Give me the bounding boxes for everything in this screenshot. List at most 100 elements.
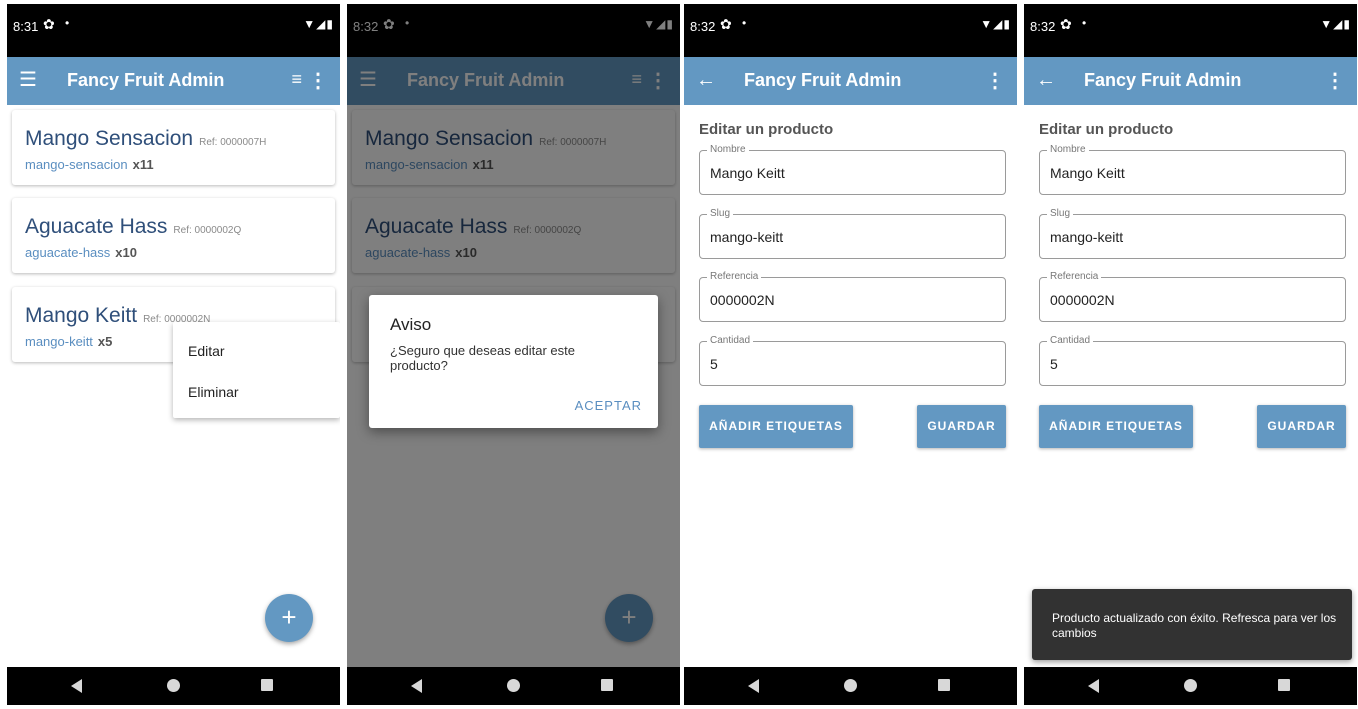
back-nav-icon[interactable] (411, 679, 422, 693)
field-label: Nombre (1047, 144, 1089, 155)
field-value[interactable]: 5 (1050, 356, 1058, 372)
product-ref: Ref: 0000007H (199, 137, 267, 148)
recents-nav-icon[interactable] (1278, 679, 1290, 691)
success-snackbar: Producto actualizado con éxito. Refresca… (1032, 589, 1352, 660)
product-card[interactable]: Aguacate Hass Ref: 0000002Q aguacate-hass… (12, 198, 335, 273)
back-nav-icon[interactable] (748, 679, 759, 693)
status-bar: 8:32 ✿ • ▼◢▮ (1024, 4, 1357, 57)
app-title: Fancy Fruit Admin (744, 70, 902, 90)
screen-confirm-dialog: 8:32 ✿ • ▼◢▮ ☰ Fancy Fruit Admin ≡ ⋮ Man… (347, 4, 680, 705)
recents-nav-icon[interactable] (938, 679, 950, 691)
hamburger-menu-icon[interactable]: ☰ (19, 69, 37, 91)
product-slug: aguacate-hass (25, 245, 111, 260)
slug-field[interactable]: Slug mango-keitt (699, 208, 1006, 259)
field-value[interactable]: Mango Keitt (1050, 165, 1125, 181)
snackbar-message: Producto actualizado con éxito. Refresca… (1052, 611, 1337, 640)
add-product-fab[interactable]: + (265, 594, 313, 642)
system-nav-bar (7, 667, 340, 705)
save-button[interactable]: GUARDAR (1257, 405, 1346, 448)
product-name: Aguacate Hass (25, 215, 168, 238)
system-nav-bar (347, 667, 680, 705)
save-button[interactable]: GUARDAR (917, 405, 1006, 448)
product-name: Mango Keitt (25, 304, 138, 327)
status-bar: 8:32 ✿ • ▼◢▮ (684, 4, 1017, 57)
field-label: Referencia (707, 271, 762, 282)
product-name: Mango Sensacion (25, 127, 194, 150)
field-label: Referencia (1047, 271, 1102, 282)
field-label: Cantidad (1047, 335, 1094, 346)
dialog-message: ¿Seguro que deseas editar este producto? (390, 343, 576, 373)
gear-icon: ✿ (43, 16, 55, 32)
name-field[interactable]: Nombre Mango Keitt (699, 144, 1006, 195)
dialog-title: Aviso (390, 315, 432, 334)
reference-field[interactable]: Referencia 0000002N (1039, 271, 1346, 322)
field-label: Nombre (707, 144, 749, 155)
form-title: Editar un producto (699, 121, 834, 138)
more-options-icon[interactable]: ⋮ (1325, 68, 1345, 93)
status-time: 8:32 (1030, 19, 1056, 34)
form-title: Editar un producto (1039, 121, 1174, 138)
screen-edit-product-saved: 8:32 ✿ • ▼◢▮ ← Fancy Fruit Admin ⋮ Edita… (1024, 4, 1357, 705)
back-nav-icon[interactable] (71, 679, 82, 693)
screen-product-list-menu: 8:31 ✿ • ▼◢▮ ☰ Fancy Fruit Admin ≡ ⋮ Man… (7, 4, 340, 705)
back-arrow-icon[interactable]: ← (1036, 69, 1056, 91)
more-options-icon[interactable]: ⋮ (985, 68, 1005, 93)
product-quantity: x10 (115, 245, 137, 260)
name-field[interactable]: Nombre Mango Keitt (1039, 144, 1346, 195)
add-tags-button[interactable]: AÑADIR ETIQUETAS (1039, 405, 1193, 448)
home-nav-icon[interactable] (507, 679, 520, 692)
status-bar: 8:31 ✿ • ▼◢▮ (7, 4, 340, 57)
more-options-icon[interactable]: ⋮ (308, 68, 328, 93)
app-title: Fancy Fruit Admin (1084, 70, 1242, 90)
field-value[interactable]: mango-keitt (1050, 229, 1123, 245)
system-nav-bar (1024, 667, 1357, 705)
notification-dot-icon: • (1082, 16, 1087, 30)
reference-field[interactable]: Referencia 0000002N (699, 271, 1006, 322)
product-ref: Ref: 0000002Q (173, 225, 242, 236)
quantity-field[interactable]: Cantidad 5 (1039, 335, 1346, 386)
app-title: Fancy Fruit Admin (67, 70, 225, 90)
status-time: 8:31 (13, 19, 39, 34)
app-bar: ← Fancy Fruit Admin ⋮ (684, 57, 1017, 105)
field-value[interactable]: mango-keitt (710, 229, 783, 245)
system-status-icons: ▼◢▮ (303, 17, 334, 31)
add-tags-button[interactable]: AÑADIR ETIQUETAS (699, 405, 853, 448)
context-menu: Editar Eliminar (173, 322, 340, 418)
back-nav-icon[interactable] (1088, 679, 1099, 693)
system-status-icons: ▼◢▮ (980, 17, 1011, 31)
field-value[interactable]: 0000002N (710, 292, 775, 308)
app-bar: ← Fancy Fruit Admin ⋮ (1024, 57, 1357, 105)
field-label: Slug (1047, 208, 1074, 219)
confirm-dialog: Aviso ¿Seguro que deseas editar este pro… (369, 295, 658, 428)
menu-item-edit[interactable]: Editar (188, 343, 225, 359)
quantity-field[interactable]: Cantidad 5 (699, 335, 1006, 386)
product-quantity: x5 (97, 334, 113, 349)
menu-item-delete[interactable]: Eliminar (188, 384, 239, 400)
field-label: Slug (707, 208, 734, 219)
field-value[interactable]: 5 (710, 356, 718, 372)
notification-dot-icon: • (742, 16, 747, 30)
app-bar: ☰ Fancy Fruit Admin ≡ ⋮ (7, 57, 340, 105)
field-label: Cantidad (707, 335, 754, 346)
notification-dot-icon: • (65, 16, 70, 30)
filter-icon[interactable]: ≡ (291, 69, 302, 90)
recents-nav-icon[interactable] (261, 679, 273, 691)
field-value[interactable]: Mango Keitt (710, 165, 785, 181)
home-nav-icon[interactable] (844, 679, 857, 692)
product-slug: mango-keitt (25, 334, 93, 349)
screen-edit-product: 8:32 ✿ • ▼◢▮ ← Fancy Fruit Admin ⋮ Edita… (684, 4, 1017, 705)
home-nav-icon[interactable] (1184, 679, 1197, 692)
home-nav-icon[interactable] (167, 679, 180, 692)
gear-icon: ✿ (720, 16, 732, 32)
back-arrow-icon[interactable]: ← (696, 69, 716, 91)
status-time: 8:32 (690, 19, 716, 34)
gear-icon: ✿ (1060, 16, 1072, 32)
product-card[interactable]: Mango Sensacion Ref: 0000007H mango-sensa… (12, 110, 335, 185)
product-slug: mango-sensacion (25, 157, 128, 172)
system-status-icons: ▼◢▮ (1320, 17, 1351, 31)
field-value[interactable]: 0000002N (1050, 292, 1115, 308)
slug-field[interactable]: Slug mango-keitt (1039, 208, 1346, 259)
recents-nav-icon[interactable] (601, 679, 613, 691)
accept-button[interactable]: ACEPTAR (575, 398, 642, 413)
system-nav-bar (684, 667, 1017, 705)
